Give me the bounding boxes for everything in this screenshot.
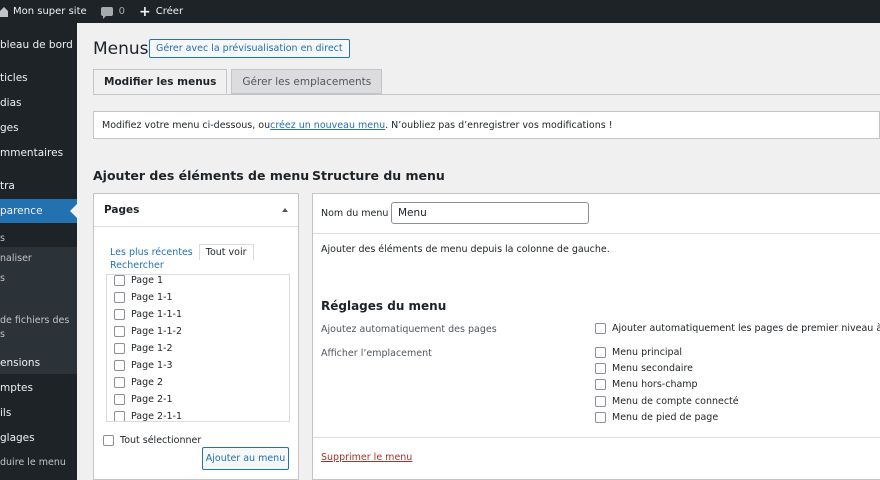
list-item[interactable]: Page 1-1 (114, 292, 173, 303)
auto-add-label: Ajoutez automatiquement des pages (321, 324, 497, 335)
list-item[interactable]: Page 2 (114, 377, 163, 388)
site-name: Mon super site (13, 6, 87, 17)
list-item[interactable]: Page 1-2 (114, 343, 173, 354)
home-icon (0, 6, 8, 17)
sidebar-subitem-themes[interactable]: s (0, 233, 5, 244)
tab-search[interactable]: Rechercher (110, 260, 164, 271)
new-label: Créer (155, 6, 184, 17)
page-checkbox[interactable] (114, 394, 125, 405)
menu-structure-heading: Structure du menu (312, 168, 445, 183)
location-checkbox[interactable] (595, 347, 606, 358)
list-item[interactable]: Page 1-1-2 (114, 326, 182, 337)
select-all-checkbox[interactable] (103, 435, 114, 446)
page-checkbox[interactable] (114, 360, 125, 371)
sidebar-subitem-customize[interactable]: naliser (0, 253, 32, 264)
sidebar-item-media[interactable]: dias (0, 97, 77, 109)
sidebar-subitem-theme-editor-cont[interactable]: s (0, 329, 5, 340)
menu-settings-title: Réglages du menu (321, 299, 447, 313)
pages-panel: Pages Les plus récentes Tout voir Recher… (93, 193, 299, 480)
add-items-heading: Ajouter des éléments de menu (93, 168, 310, 183)
tabs-divider (93, 94, 880, 95)
delete-menu-link[interactable]: Supprimer le menu (321, 452, 412, 463)
pages-panel-header[interactable]: Pages (94, 194, 298, 227)
add-to-menu-button[interactable]: Ajouter au menu (202, 447, 289, 470)
page-title: Menus (93, 39, 149, 59)
location-option-offcanvas[interactable]: Menu hors-champ (595, 379, 698, 390)
sidebar-item-plugins[interactable]: ensions (0, 357, 77, 369)
admin-bar: Mon super site 0 + Créer (0, 0, 880, 23)
location-option-account[interactable]: Menu de compte connecté (595, 396, 739, 407)
location-option-secondary[interactable]: Menu secondaire (595, 363, 693, 374)
select-all-row[interactable]: Tout sélectionner (103, 435, 201, 446)
nav-tabs: Modifier les menus Gérer les emplacement… (93, 69, 386, 94)
list-item[interactable]: Page 2-1 (114, 394, 173, 405)
sidebar-item-posts[interactable]: ticles (0, 72, 77, 84)
tab-view-all[interactable]: Tout voir (198, 244, 254, 260)
create-new-menu-link[interactable]: créez un nouveau menu (270, 120, 385, 131)
list-item[interactable]: Page 1-1-1 (114, 309, 182, 320)
live-preview-button[interactable]: Gérer avec la prévisualisation en direct (149, 39, 350, 58)
sidebar-item-extra[interactable]: tra (0, 180, 77, 192)
plus-icon: + (139, 3, 151, 20)
sidebar-subitem-theme-editor[interactable]: de fichiers des (0, 315, 69, 326)
sidebar-collapse-menu[interactable]: duire le menu (0, 457, 66, 468)
location-option-footer[interactable]: Menu de pied de page (595, 412, 718, 423)
sidebar-item-comments[interactable]: mmentaires (0, 147, 77, 159)
structure-hint: Ajouter des éléments de menu depuis la c… (321, 244, 610, 255)
location-checkbox[interactable] (595, 396, 606, 407)
active-arrow-icon (70, 204, 77, 218)
comment-icon (100, 7, 113, 19)
notice-text-before: Modifiez votre menu ci-dessous, ou (102, 119, 271, 131)
list-item[interactable]: Page 1-3 (114, 360, 173, 371)
display-location-label: Afficher l’emplacement (321, 348, 432, 359)
sidebar-item-appearance[interactable]: parence (0, 199, 77, 223)
sidebar-item-tools[interactable]: ils (0, 407, 77, 419)
comments-link[interactable]: 0 (94, 0, 132, 23)
new-content-link[interactable]: + Créer (132, 0, 190, 23)
auto-add-checkbox[interactable] (595, 323, 606, 334)
info-notice: Modifiez votre menu ci-dessous, ou créez… (93, 111, 880, 139)
sidebar-item-dashboard[interactable]: bleau de bord (0, 39, 77, 51)
list-item[interactable]: Page 2-1-1 (114, 411, 182, 421)
collapse-arrow-icon[interactable] (282, 208, 288, 212)
list-item[interactable]: Page 1 (114, 275, 163, 286)
location-checkbox[interactable] (595, 363, 606, 374)
location-option-primary[interactable]: Menu principal (595, 347, 682, 358)
tab-edit-menus[interactable]: Modifier les menus (93, 69, 228, 94)
menu-structure-panel: Nom du menu Ajouter des éléments de menu… (312, 193, 880, 480)
sidebar-subitem-menus[interactable]: s (0, 273, 5, 284)
page-checkbox[interactable] (114, 309, 125, 320)
page-checkbox[interactable] (114, 275, 125, 286)
sidebar-item-settings[interactable]: glages (0, 432, 77, 444)
pages-panel-title: Pages (104, 204, 140, 216)
page-checkbox[interactable] (114, 292, 125, 303)
page-checkbox[interactable] (114, 343, 125, 354)
location-checkbox[interactable] (595, 412, 606, 423)
page-checkbox[interactable] (114, 411, 125, 421)
menu-name-row: Nom du menu (313, 194, 880, 234)
admin-sidebar: bleau de bord ticles dias ges mmentaires… (0, 23, 77, 480)
tab-manage-locations[interactable]: Gérer les emplacements (231, 69, 383, 94)
menu-name-label: Nom du menu (321, 208, 389, 219)
auto-add-option[interactable]: Ajouter automatiquement les pages de pre… (595, 323, 880, 334)
sidebar-item-users[interactable]: mptes (0, 382, 77, 394)
comment-count: 0 (118, 6, 126, 17)
appearance-submenu (0, 247, 77, 374)
structure-footer: Supprimer le menu (313, 437, 880, 480)
tab-most-recent[interactable]: Les plus récentes (110, 245, 193, 260)
pages-subtabs: Les plus récentes Tout voir (110, 244, 260, 260)
notice-text-after: . N’oubliez pas d’enregistrer vos modifi… (385, 119, 613, 131)
main-content: Menus Gérer avec la prévisualisation en … (77, 23, 880, 480)
location-checkbox[interactable] (595, 379, 606, 390)
menu-name-input[interactable] (391, 202, 589, 224)
page-checkbox[interactable] (114, 377, 125, 388)
site-name-link[interactable]: Mon super site (0, 0, 94, 23)
select-all-label: Tout sélectionner (120, 435, 202, 446)
page-checkbox[interactable] (114, 326, 125, 337)
pages-checklist[interactable]: Page 1 Page 1-1 Page 1-1-1 Page 1-1-2 Pa… (106, 274, 290, 422)
sidebar-item-pages[interactable]: ges (0, 122, 77, 134)
